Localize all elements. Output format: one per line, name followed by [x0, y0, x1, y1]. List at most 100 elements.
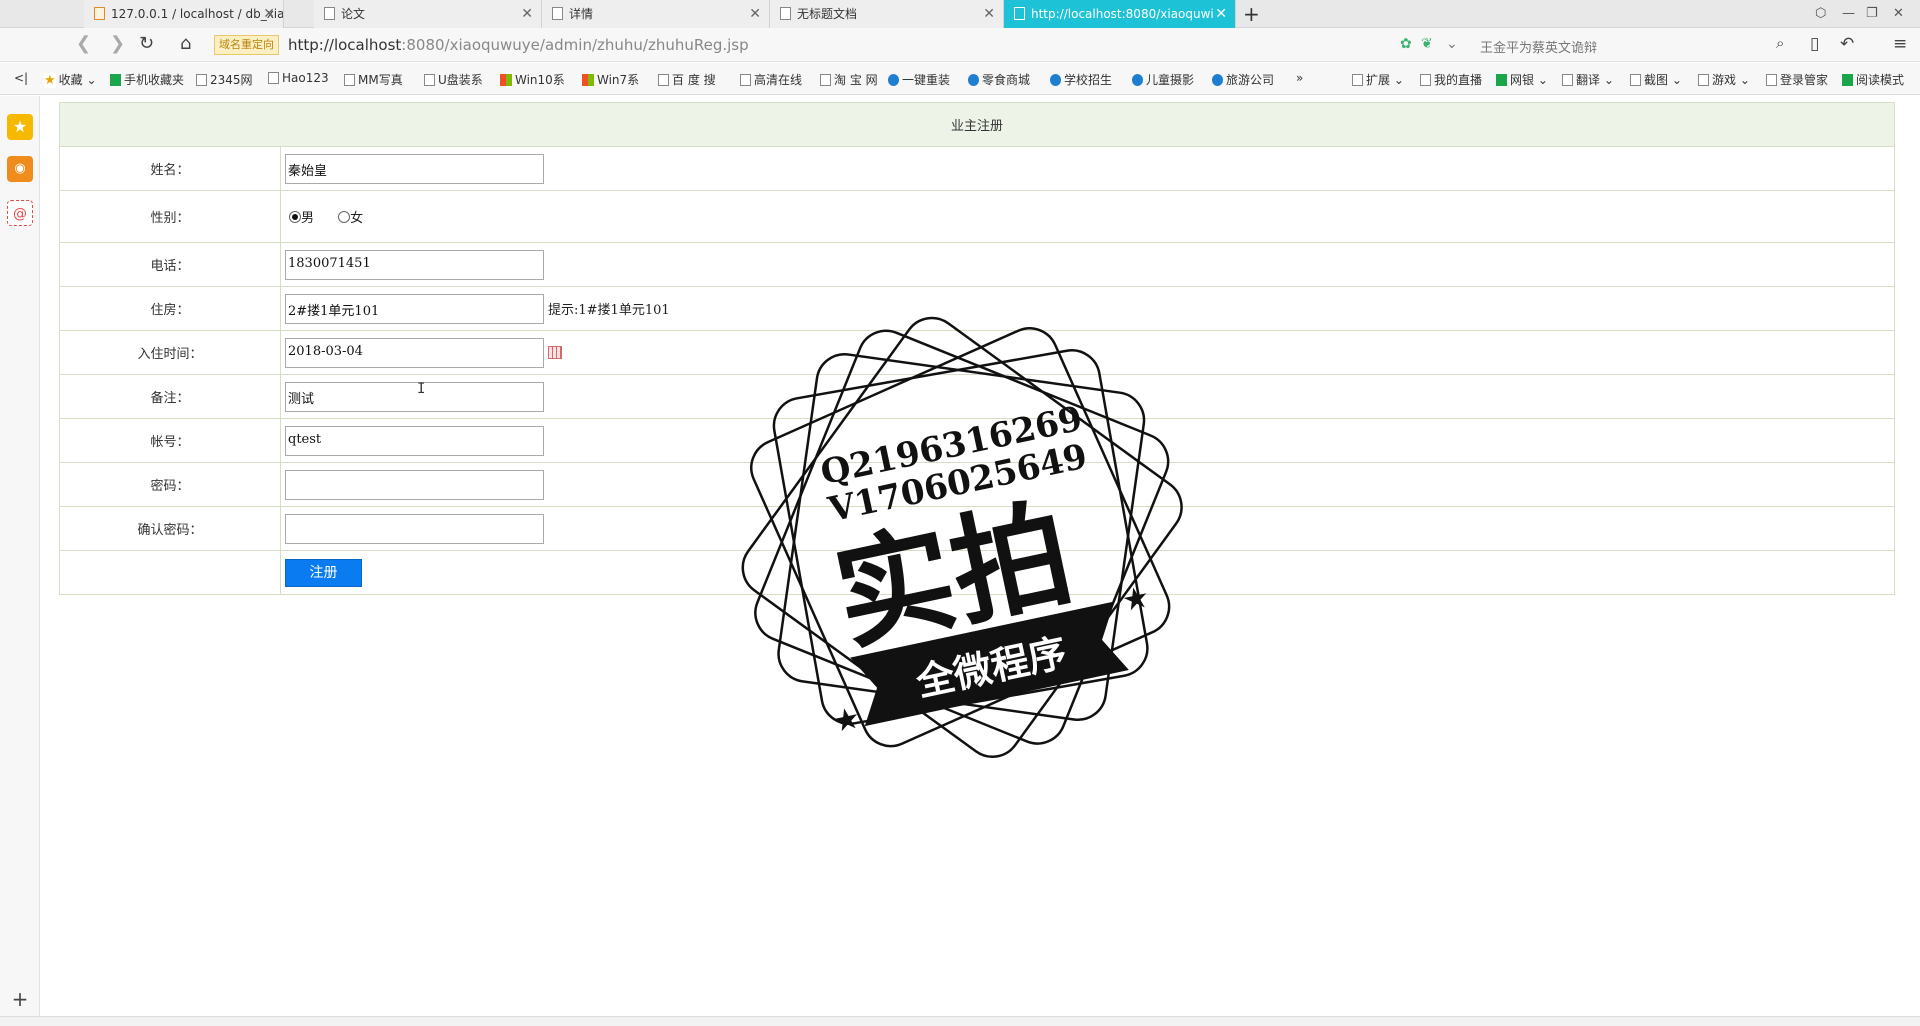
phone-label: 电话： [59, 242, 281, 287]
windows-icon [582, 74, 594, 86]
tool-bank[interactable]: 网银 ⌄ [1496, 71, 1548, 88]
bookmark-item[interactable]: 淘 宝 网 [820, 71, 878, 88]
bookmark-item[interactable]: 一键重装 [888, 71, 950, 88]
browser-tab-lunwen[interactable]: 论文 ✕ [314, 0, 542, 28]
page-icon [344, 74, 355, 86]
phpmyadmin-icon [94, 7, 105, 20]
back-icon[interactable]: ❮ [76, 33, 91, 54]
url-field[interactable]: http://localhost:8080/xiaoquwuye/admin/z… [288, 36, 749, 54]
gender-female-label: 女 [350, 211, 364, 226]
remark-field[interactable]: 测试 [285, 381, 544, 412]
search-icon[interactable]: ⌕ [1776, 34, 1784, 52]
app-icon [888, 74, 899, 86]
speed-mode-icon[interactable]: ❦ [1421, 36, 1433, 52]
refresh-icon[interactable]: ↻ [139, 33, 154, 54]
weibo-icon[interactable]: ◉ [7, 156, 33, 182]
tool-games[interactable]: 游戏 ⌄ [1698, 71, 1750, 88]
close-tab-icon[interactable]: ✕ [263, 0, 275, 28]
browser-tab-untitled[interactable]: 无标题文档 ✕ [770, 0, 1004, 28]
bookmark-item[interactable]: Win7系 [582, 71, 639, 88]
bookmark-item[interactable]: Win10系 [500, 71, 565, 88]
bookmark-item[interactable]: 儿童摄影 [1132, 71, 1194, 88]
tool-live[interactable]: 我的直播 [1420, 71, 1482, 88]
calendar-icon[interactable] [548, 346, 562, 359]
close-tab-icon[interactable]: ✕ [521, 0, 533, 28]
page-icon [740, 74, 751, 86]
page-icon [196, 74, 207, 86]
confirm-password-field[interactable] [285, 513, 544, 544]
phone-field[interactable]: 1830071451 [285, 249, 544, 280]
close-tab-icon[interactable]: ✕ [983, 0, 995, 28]
close-window-icon[interactable]: ✕ [1893, 0, 1904, 28]
page-icon [552, 7, 563, 20]
app-icon [968, 74, 979, 86]
phone-icon [110, 74, 121, 86]
browser-tab-active[interactable]: http://localhost:8080/xiaoquwi ✕ [1004, 0, 1236, 28]
page-icon [1014, 7, 1025, 20]
tool-login-manager[interactable]: 登录管家 [1766, 71, 1828, 88]
gender-male-radio[interactable] [289, 211, 301, 223]
remark-label: 备注： [59, 374, 281, 419]
browser-sidebar: ★ ◉ @ + [0, 96, 40, 1016]
bookmark-item[interactable]: 学校招生 [1050, 71, 1112, 88]
bookmark-item[interactable]: 旅游公司 [1212, 71, 1274, 88]
tab-strip: 127.0.0.1 / localhost / db_xiac ✕ 论文 ✕ 详… [0, 0, 1920, 28]
forward-icon[interactable]: ❯ [110, 33, 125, 54]
minimize-icon[interactable]: — [1842, 0, 1855, 28]
mobile-icon[interactable]: ▯ [1810, 34, 1819, 54]
favorites-icon[interactable]: ★ [7, 114, 33, 140]
account-field[interactable]: qtest [285, 425, 544, 456]
undo-icon[interactable]: ↶ [1840, 34, 1854, 54]
mail-icon[interactable]: @ [7, 200, 33, 226]
tool-translate[interactable]: 翻译 ⌄ [1562, 71, 1614, 88]
new-tab-button[interactable]: + [1243, 0, 1260, 28]
close-tab-icon[interactable]: ✕ [749, 0, 761, 28]
browser-tab-phpmyadmin[interactable]: 127.0.0.1 / localhost / db_xiac ✕ [84, 0, 284, 28]
tv-icon [1420, 74, 1431, 86]
bookmark-item[interactable]: 零食商城 [968, 71, 1030, 88]
bookmark-item[interactable]: 高清在线 [740, 71, 802, 88]
gender-female-radio[interactable] [338, 211, 351, 223]
bookmark-item[interactable]: ★ 收藏 ⌄ [44, 71, 97, 88]
app-icon [1132, 74, 1143, 86]
star-icon: ★ [830, 700, 864, 740]
star-icon: ★ [44, 73, 56, 88]
password-field[interactable] [285, 469, 544, 500]
bookmark-item[interactable]: 2345网 [196, 71, 253, 88]
register-button[interactable]: 注册 [285, 558, 362, 587]
bookmark-item[interactable]: 手机收藏夹 [110, 71, 184, 88]
name-label: 姓名： [59, 146, 281, 191]
bookmark-item[interactable]: 百 度 搜 [658, 71, 716, 88]
sidebar-toggle-icon[interactable]: <| [14, 71, 28, 85]
page-icon [324, 7, 335, 20]
bookmark-item[interactable]: Hao123 [268, 71, 329, 85]
account-label: 帐号： [59, 418, 281, 463]
empty-cell [59, 550, 281, 595]
menu-icon[interactable]: ≡ [1893, 34, 1907, 54]
address-bar: ❮ ❯ ↻ ⌂ 域名重定向 http://localhost:8080/xiao… [0, 28, 1920, 62]
browser-tab-xiangqing[interactable]: 详情 ✕ [542, 0, 770, 28]
tool-reading-mode[interactable]: 阅读模式 [1842, 71, 1904, 88]
tool-extension[interactable]: 扩展 ⌄ [1352, 71, 1404, 88]
restore-icon[interactable]: ❐ [1866, 0, 1878, 28]
bookmark-item[interactable]: U盘装系 [424, 71, 483, 88]
name-field[interactable]: 秦始皇 [285, 153, 544, 184]
windows-icon [500, 74, 512, 86]
close-tab-icon[interactable]: ✕ [1215, 0, 1227, 28]
book-icon [1842, 74, 1853, 86]
search-input[interactable]: 王金平为蔡英文诡辩 [1480, 37, 1597, 56]
skin-icon[interactable]: ⬡ [1815, 0, 1826, 28]
add-panel-icon[interactable]: + [7, 986, 33, 1012]
house-field[interactable]: 2#搂1单元101 [285, 293, 544, 324]
scissors-icon [1630, 74, 1641, 86]
chevron-down-icon[interactable]: ⌄ [1446, 36, 1458, 52]
app-icon [1212, 74, 1223, 86]
security-icon[interactable]: ✿ [1400, 36, 1412, 52]
home-icon[interactable]: ⌂ [180, 33, 191, 54]
bookmark-more-button[interactable]: » [1296, 71, 1303, 85]
redirect-badge[interactable]: 域名重定向 [214, 35, 279, 55]
extension-icon [1352, 74, 1363, 86]
tool-screenshot[interactable]: 截图 ⌄ [1630, 71, 1682, 88]
bookmark-item[interactable]: MM写真 [344, 71, 403, 88]
checkin-date-field[interactable]: 2018-03-04 [285, 337, 544, 368]
